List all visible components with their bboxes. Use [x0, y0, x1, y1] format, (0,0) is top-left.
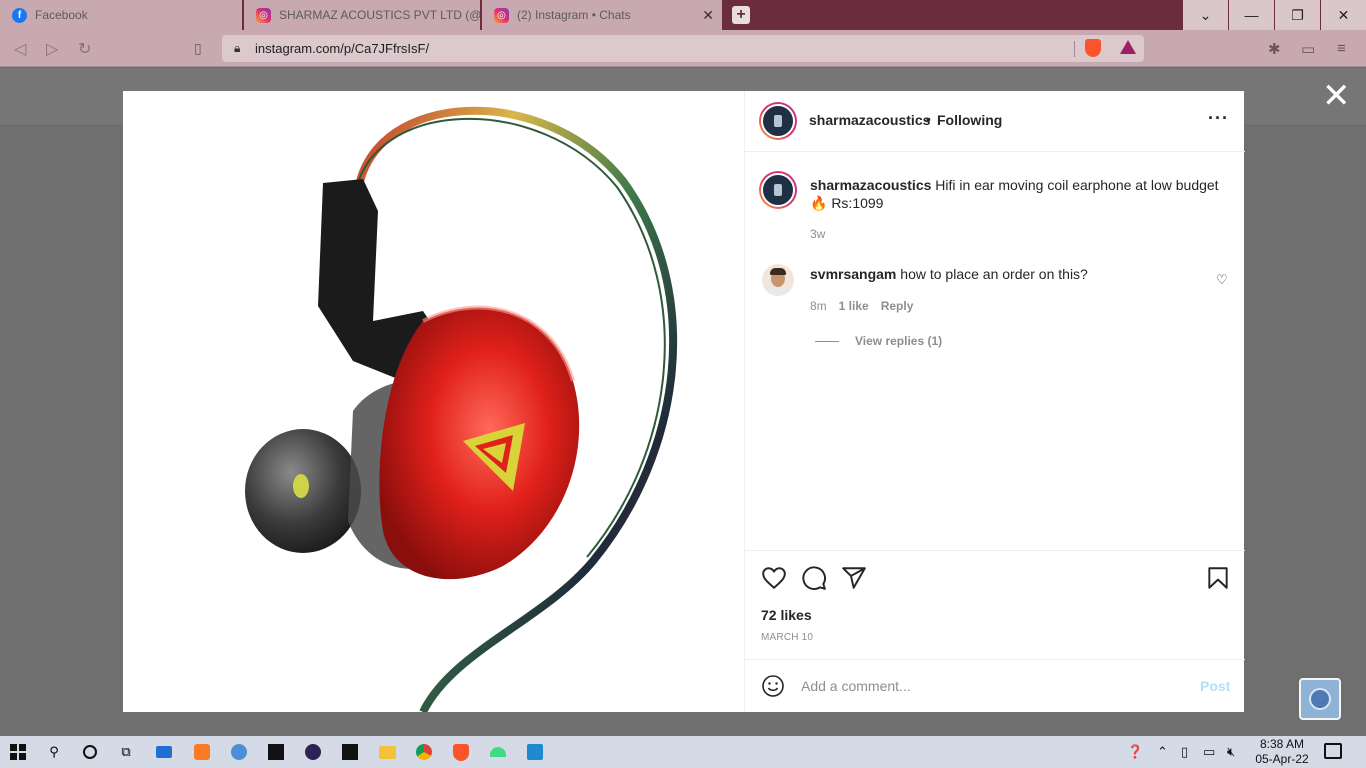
- comment-time[interactable]: 8m: [810, 299, 827, 313]
- notifications-icon[interactable]: [1324, 743, 1342, 759]
- browser-toolbar: ◁ ▷ ↻ ▯ 🔒︎ instagram.com/p/Ca7JFfrsIsF/ …: [0, 30, 1366, 67]
- reply-button[interactable]: Reply: [881, 299, 914, 313]
- extensions-icon[interactable]: ✱: [1268, 40, 1281, 58]
- post-modal: sharmazacoustics • Following ··· sharmaz…: [123, 91, 1245, 712]
- tab-facebook[interactable]: f Facebook: [0, 0, 242, 30]
- following-button[interactable]: Following: [937, 112, 1002, 128]
- separator-dot: •: [926, 111, 931, 127]
- action-bar: 72 likes MARCH 10: [745, 550, 1245, 659]
- brave-rewards-icon[interactable]: [1120, 40, 1136, 54]
- window-close-button[interactable]: ✕: [1321, 0, 1366, 30]
- likes-count[interactable]: 72 likes: [761, 607, 812, 623]
- vscode-icon[interactable]: [525, 742, 545, 762]
- tab-instagram-chats[interactable]: ◎ (2) Instagram • Chats ✕: [482, 0, 722, 30]
- brave-icon[interactable]: [451, 742, 471, 762]
- xampp-icon[interactable]: [192, 742, 212, 762]
- minimize-button[interactable]: —: [1229, 0, 1274, 30]
- comment-icon[interactable]: [801, 565, 827, 591]
- caption-avatar[interactable]: [759, 171, 797, 209]
- volume-muted-icon[interactable]: 🔇︎: [1227, 744, 1235, 760]
- tab-title: Facebook: [35, 8, 88, 22]
- bookmark-icon[interactable]: ▯: [194, 40, 202, 57]
- post-header: sharmazacoustics • Following ···: [745, 91, 1245, 152]
- file-explorer-icon[interactable]: [377, 742, 397, 762]
- comment-username[interactable]: svmrsangam: [810, 266, 896, 282]
- instagram-icon: ◎: [256, 7, 271, 23]
- wallet-icon[interactable]: ▭: [1301, 40, 1315, 58]
- divider: [1074, 41, 1075, 57]
- windows-start-icon[interactable]: [8, 742, 28, 762]
- instagram-icon: ◎: [494, 7, 509, 23]
- mail-app-icon[interactable]: [154, 742, 174, 762]
- chrome-icon[interactable]: [414, 742, 434, 762]
- post-image[interactable]: [123, 91, 744, 712]
- clock-time: 8:38 AM: [1259, 737, 1305, 751]
- clock-date: 05-Apr-22: [1255, 752, 1309, 766]
- pycharm-icon[interactable]: [266, 742, 286, 762]
- url-text[interactable]: instagram.com/p/Ca7JFfrsIsF/: [255, 41, 429, 56]
- author-avatar[interactable]: [759, 102, 797, 140]
- battery-icon[interactable]: ▭: [1203, 744, 1215, 760]
- like-heart-icon[interactable]: [761, 565, 787, 591]
- tab-sharmaz[interactable]: ◎ SHARMAZ ACOUSTICS PVT LTD (@sha: [244, 0, 480, 30]
- menu-icon[interactable]: ≡: [1337, 40, 1346, 57]
- cortana-icon[interactable]: [80, 742, 100, 762]
- address-bar[interactable]: ▯ 🔒︎ instagram.com/p/Ca7JFfrsIsF/: [194, 35, 1144, 62]
- more-options-icon[interactable]: ···: [1208, 108, 1229, 129]
- phone-link-icon[interactable]: ▯: [1181, 744, 1188, 760]
- android-studio-icon[interactable]: [488, 742, 508, 762]
- download-extension-icon[interactable]: [1299, 678, 1341, 720]
- earphone-image: [245, 107, 678, 712]
- tab-title: (2) Instagram • Chats: [517, 8, 631, 22]
- browser-tab-strip: f Facebook ◎ SHARMAZ ACOUSTICS PVT LTD (…: [0, 0, 1366, 30]
- system-clock[interactable]: 8:38 AM 05-Apr-22: [1250, 737, 1314, 767]
- comment-text: how to place an order on this?: [900, 266, 1088, 282]
- lock-icon[interactable]: 🔒︎: [234, 41, 240, 56]
- author-username[interactable]: sharmazacoustics: [809, 112, 930, 128]
- tab-search-button[interactable]: ⌄: [1183, 0, 1228, 30]
- post-sidebar: sharmazacoustics • Following ··· sharmaz…: [744, 91, 1245, 712]
- help-icon[interactable]: ❓: [1127, 744, 1143, 760]
- comment-likes[interactable]: 1 like: [839, 299, 869, 313]
- tab-title: SHARMAZ ACOUSTICS PVT LTD (@sha: [279, 8, 480, 22]
- task-view-icon[interactable]: ⧉: [116, 742, 136, 762]
- post-caption: sharmazacoustics Hifi in ear moving coil…: [810, 176, 1230, 212]
- brave-shields-icon[interactable]: [1085, 39, 1101, 57]
- tab-close-icon[interactable]: ✕: [702, 7, 714, 24]
- add-comment-bar: Post: [745, 659, 1245, 712]
- windows-taskbar: ⚲ ⧉ ❓ ⌃ ▯ ▭ 🔇︎ 8:38 AM 05-Apr-22: [0, 736, 1366, 768]
- comment-like-heart-icon[interactable]: ♡: [1216, 272, 1228, 288]
- new-tab-button[interactable]: +: [732, 6, 750, 24]
- emoji-icon[interactable]: [761, 674, 785, 698]
- replies-line: [815, 340, 839, 342]
- caption-timestamp[interactable]: 3w: [810, 227, 825, 241]
- tray-chevron-icon[interactable]: ⌃: [1157, 744, 1168, 760]
- search-icon[interactable]: ⚲: [44, 742, 64, 762]
- eclipse-icon[interactable]: [303, 742, 323, 762]
- back-icon[interactable]: ◁: [14, 39, 26, 59]
- commenter-avatar[interactable]: [762, 264, 794, 296]
- close-modal-button[interactable]: ✕: [1322, 79, 1351, 113]
- view-replies-button[interactable]: View replies (1): [815, 334, 942, 348]
- comment-meta: 8m 1 like Reply: [810, 299, 913, 313]
- reload-icon[interactable]: ↻: [78, 39, 91, 59]
- share-icon[interactable]: [841, 565, 867, 591]
- view-replies-label: View replies (1): [855, 334, 943, 348]
- facebook-icon: f: [12, 7, 27, 23]
- caption-username[interactable]: sharmazacoustics: [810, 177, 931, 193]
- forward-icon[interactable]: ▷: [46, 39, 58, 59]
- intellij-icon[interactable]: [340, 742, 360, 762]
- qbittorrent-icon[interactable]: [229, 742, 249, 762]
- save-bookmark-icon[interactable]: [1205, 565, 1231, 591]
- post-date[interactable]: MARCH 10: [761, 632, 813, 643]
- comment: svmrsangam how to place an order on this…: [810, 266, 1088, 282]
- restore-button[interactable]: ❐: [1275, 0, 1320, 30]
- comment-input[interactable]: [801, 676, 1181, 696]
- post-comment-button[interactable]: Post: [1200, 678, 1230, 694]
